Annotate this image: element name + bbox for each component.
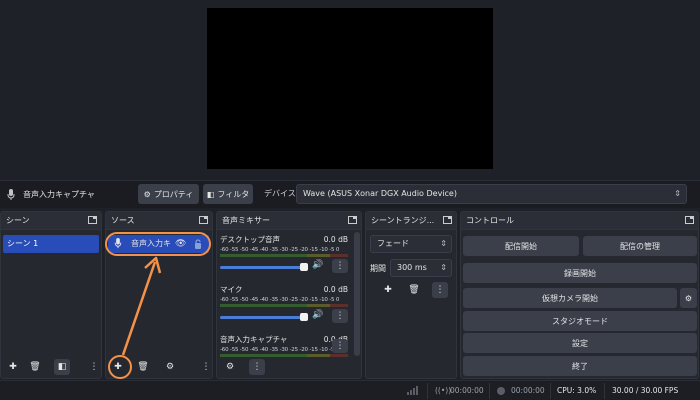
more-icon[interactable]: ⋮: [249, 359, 265, 375]
studio-mode-button[interactable]: スタジオモード: [463, 311, 697, 331]
manage-broadcast-button[interactable]: 配信の管理: [583, 236, 697, 256]
channel-name: マイク: [220, 285, 243, 294]
meter-scale: -60 -55 -50 -45 -40 -35 -30 -25 -20 -15 …: [220, 247, 340, 253]
mixer-title: 音声ミキサー: [222, 216, 270, 225]
settings-button[interactable]: 設定: [463, 333, 697, 353]
program-preview: [207, 8, 493, 169]
start-virtual-camera-button[interactable]: 仮想カメラ開始: [463, 288, 677, 308]
transition-type: フェード: [377, 239, 409, 248]
filters-button[interactable]: ◧ フィルタ: [203, 184, 253, 204]
mixer-header: 音声ミキサー: [217, 212, 361, 230]
channel-db: 0.0 dB: [323, 235, 348, 244]
volume-slider[interactable]: [220, 266, 304, 269]
meter-scale: -60 -55 -50 -45 -40 -35 -30 -25 -20 -15 …: [220, 297, 340, 303]
trash-icon[interactable]: 🗑: [406, 282, 422, 298]
transitions-header: シーントランジ...: [366, 212, 456, 230]
status-bar: ((•)) 00:00:00 00:00:00 CPU: 3.0% 30.00 …: [0, 380, 700, 400]
sources-title: ソース: [111, 216, 135, 225]
speaker-icon[interactable]: 🔊: [312, 260, 323, 270]
filters-label: フィルタ: [217, 189, 250, 199]
meter-scale: -60 -55 -50 -45 -40 -35 -30 -25 -20 -15 …: [220, 347, 340, 353]
trash-icon[interactable]: 🗑: [27, 359, 43, 375]
gear-icon[interactable]: ⚙: [680, 288, 697, 308]
controls-title: コントロール: [466, 216, 514, 225]
chevron-updown-icon: ⇕: [440, 263, 447, 272]
speaker-icon[interactable]: 🔊: [312, 310, 323, 320]
popout-icon[interactable]: [348, 216, 357, 224]
add-transition-button[interactable]: ✚: [380, 282, 396, 298]
stream-time: 00:00:00: [450, 386, 484, 395]
volume-meter: [220, 254, 348, 257]
exit-button[interactable]: 終了: [463, 356, 697, 376]
filter-icon: ◧: [206, 189, 215, 199]
popout-icon[interactable]: [88, 216, 97, 224]
signal-bars-icon: [407, 385, 419, 399]
gear-icon: ⚙: [143, 189, 151, 199]
popout-icon[interactable]: [199, 216, 208, 224]
properties-button[interactable]: ⚙ プロパティ: [138, 184, 199, 204]
more-icon[interactable]: ⋮: [202, 359, 211, 375]
more-icon[interactable]: ⋮: [332, 339, 348, 353]
trash-icon[interactable]: 🗑: [135, 359, 151, 375]
mixer-scrollbar[interactable]: [354, 232, 360, 356]
cpu-usage: CPU: 3.0%: [557, 386, 597, 395]
volume-meter: [220, 354, 348, 357]
gears-icon[interactable]: ⚙: [222, 359, 238, 375]
duration-value: 300 ms: [397, 263, 427, 272]
audio-mixer-dock: 音声ミキサー デスクトップ音声 0.0 dB -60 -55 -50 -45 -…: [216, 211, 362, 379]
transition-select[interactable]: フェード ⇕: [370, 235, 452, 253]
volume-slider-handle[interactable]: [300, 263, 308, 271]
volume-slider-handle[interactable]: [300, 313, 308, 321]
duration-input[interactable]: 300 ms ⇕: [390, 259, 452, 277]
channel-name: 音声入力キャプチャ: [220, 335, 288, 344]
more-icon[interactable]: ⋮: [332, 259, 348, 273]
more-icon[interactable]: ⋮: [90, 359, 99, 375]
more-icon[interactable]: ⋮: [332, 309, 348, 323]
controls-header: コントロール: [461, 212, 698, 230]
scenes-title: シーン: [6, 216, 30, 225]
broadcast-icon: ((•)): [435, 386, 452, 395]
scenes-header: シーン: [1, 212, 101, 230]
fps-readout: 30.00 / 30.00 FPS: [612, 386, 679, 395]
channel-name: デスクトップ音声: [220, 235, 280, 244]
more-icon[interactable]: ⋮: [432, 282, 448, 298]
start-recording-button[interactable]: 録画開始: [463, 263, 697, 283]
properties-label: プロパティ: [153, 189, 194, 199]
transitions-dock: シーントランジ... フェード ⇕ 期間 300 ms ⇕ ✚ 🗑 ⋮: [365, 211, 457, 379]
popout-icon[interactable]: [443, 216, 452, 224]
controls-dock: コントロール 配信開始 配信の管理 録画開始 仮想カメラ開始 ⚙ スタジオモード…: [460, 211, 699, 379]
selected-source-name: 音声入力キャプチャ: [23, 190, 95, 199]
record-time: 00:00:00: [511, 386, 545, 395]
add-source-highlight-ring: [108, 355, 132, 379]
add-scene-button[interactable]: ✚: [5, 359, 21, 375]
start-streaming-button[interactable]: 配信開始: [463, 236, 579, 256]
scenes-dock: シーン シーン 1 ✚ 🗑 ◧ ⋮: [0, 211, 102, 379]
chevron-updown-icon: ⇕: [440, 239, 447, 248]
device-select[interactable]: Wave (ASUS Xonar DGX Audio Device) ⇕: [296, 184, 687, 204]
transitions-title: シーントランジ...: [371, 216, 435, 225]
chevron-updown-icon: ⇕: [674, 189, 681, 198]
volume-slider[interactable]: [220, 316, 304, 319]
device-value: Wave (ASUS Xonar DGX Audio Device): [303, 189, 457, 198]
scene-filter-button[interactable]: ◧: [54, 359, 70, 375]
sources-header: ソース: [106, 212, 212, 230]
scene-item[interactable]: シーン 1: [3, 235, 99, 253]
device-label: デバイス: [264, 189, 296, 198]
channel-db: 0.0 dB: [323, 285, 348, 294]
record-dot-icon: [497, 387, 505, 395]
volume-meter: [220, 304, 348, 307]
microphone-icon: [7, 189, 17, 201]
source-highlight-ring: [105, 232, 211, 256]
duration-label: 期間: [370, 264, 386, 273]
popout-icon[interactable]: [685, 216, 694, 224]
gear-icon[interactable]: ⚙: [162, 359, 178, 375]
